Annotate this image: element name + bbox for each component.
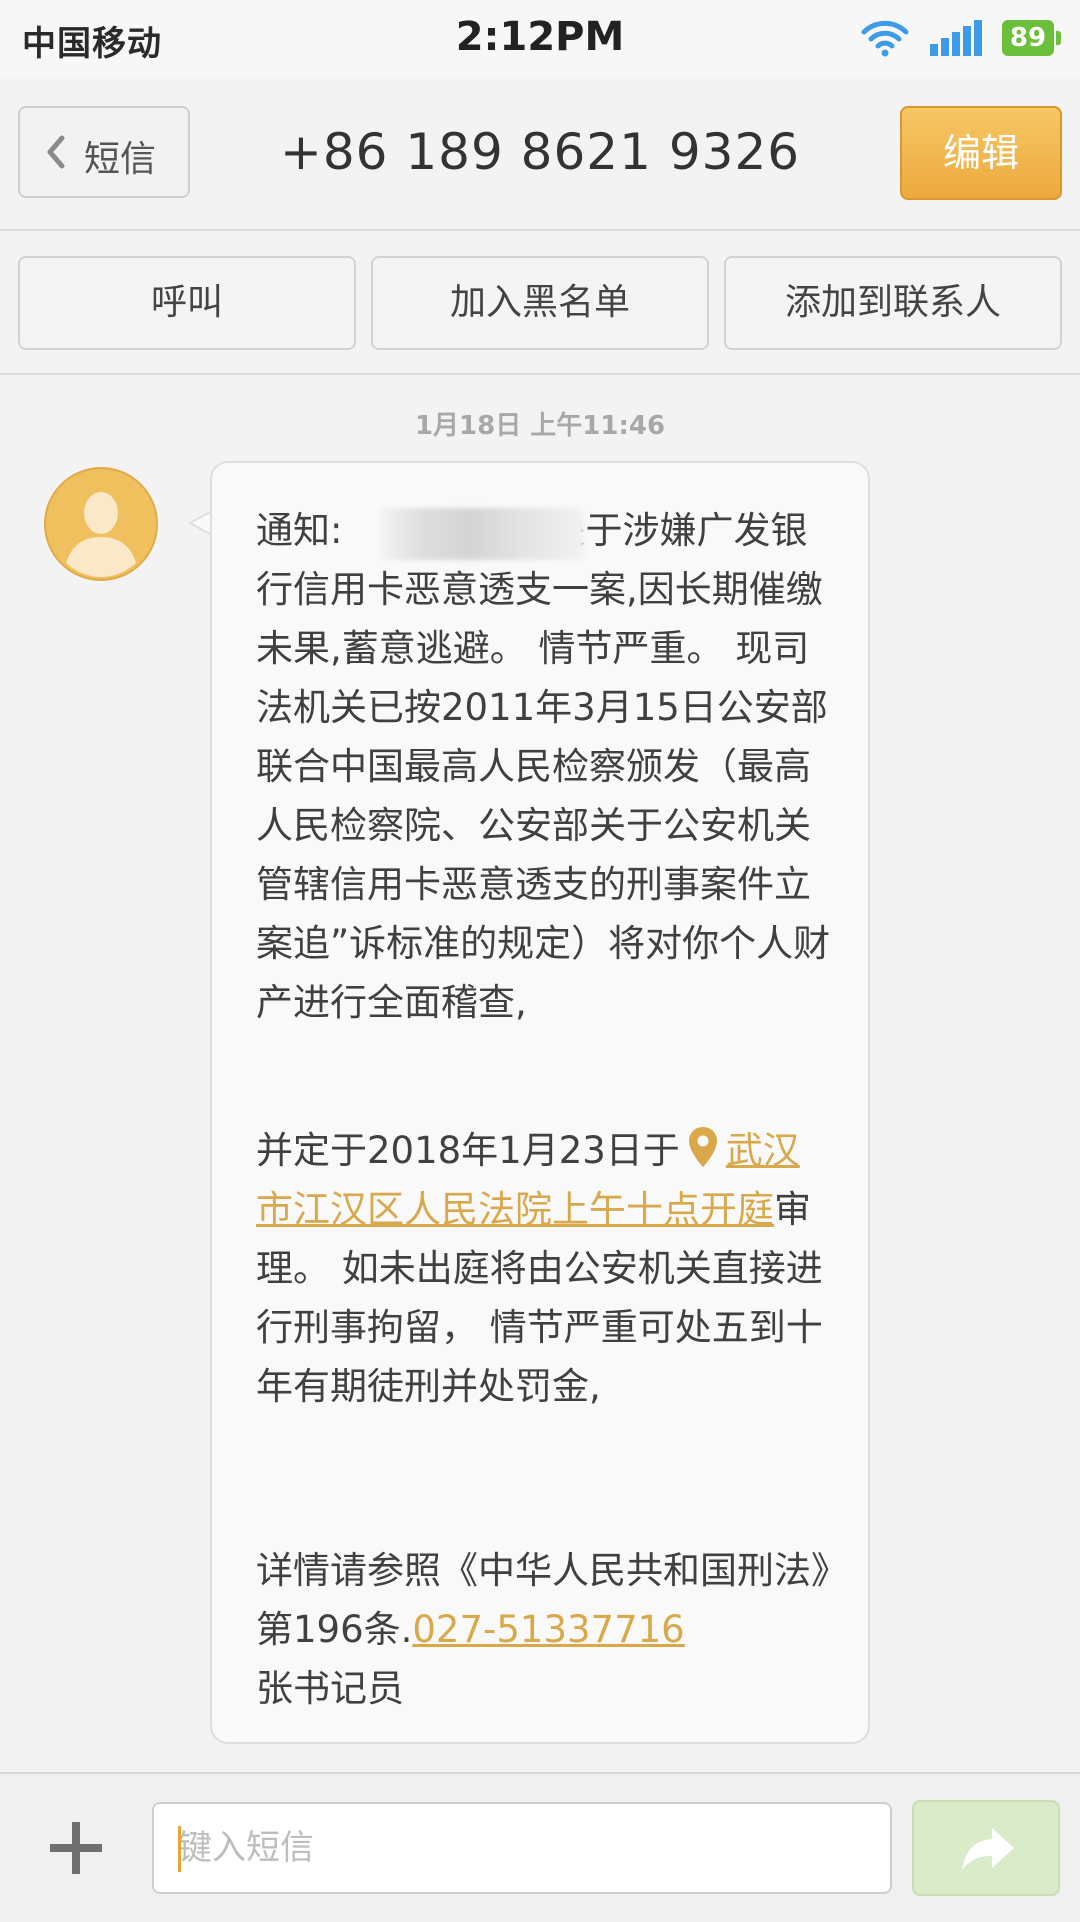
message-text-part2: 并定于2018年1月23日于 武汉市江汉区人民法院上午十点开庭审理。 如未出庭将由… <box>256 1121 836 1416</box>
message-body-1: 关于涉嫌广发银行信用卡恶意透支一案,因长期催缴未果,蓄意逃避。 情节严重。 现司… <box>256 509 831 1024</box>
edit-button[interactable]: 编辑 <box>900 106 1062 200</box>
message-list[interactable]: 1月18日 上午11:46 通知: 关于涉嫌广发银行信用卡恶意透支一案,因长期催缴… <box>0 375 1080 1772</box>
message-text-part1: 通知: 关于涉嫌广发银行信用卡恶意透支一案,因长期催缴未果,蓄意逃避。 情节严重。… <box>256 501 836 1032</box>
message-timestamp: 1月18日 上午11:46 <box>414 411 666 441</box>
message-signature: 张书记员 <box>256 1667 404 1710</box>
add-to-contacts-button[interactable]: 添加到联系人 <box>724 256 1062 350</box>
message-date-text: 并定于2018年1月23日于 <box>256 1129 680 1172</box>
conversation-header: 短信 +86 189 8621 9326 编辑 <box>0 77 1080 231</box>
battery-icon: 89 <box>1002 20 1061 56</box>
status-time: 2:12PM <box>455 14 625 60</box>
wifi-icon <box>861 20 909 57</box>
message-bubble[interactable]: 通知: 关于涉嫌广发银行信用卡恶意透支一案,因长期催缴未果,蓄意逃避。 情节严重。… <box>210 461 870 1744</box>
status-bar: 中国移动 2:12PM 89 <box>0 0 1080 77</box>
message-input-placeholder: 键入短信 <box>178 1828 314 1868</box>
redacted-name-blur <box>380 508 584 560</box>
compose-bar: 键入短信 <box>0 1772 1080 1922</box>
location-pin-icon <box>688 1127 717 1167</box>
send-arrow-icon <box>962 1828 1014 1870</box>
plus-icon[interactable] <box>48 1820 104 1876</box>
message-prefix: 通知: <box>256 509 343 552</box>
call-button[interactable]: 呼叫 <box>18 256 356 350</box>
message-text-part3: 详情请参照《中华人民共和国刑法》第196条.027-51337716 张书记员 <box>256 1541 836 1718</box>
send-button[interactable] <box>912 1800 1060 1896</box>
add-to-blacklist-button[interactable]: 加入黑名单 <box>371 256 709 350</box>
message-input[interactable]: 键入短信 <box>152 1802 892 1894</box>
avatar[interactable] <box>44 467 158 581</box>
signal-icon <box>930 20 982 56</box>
phone-link[interactable]: 027-51337716 <box>412 1608 684 1651</box>
text-cursor <box>178 1826 181 1872</box>
battery-level: 89 <box>1002 20 1054 56</box>
person-icon <box>44 467 158 581</box>
contact-action-bar: 呼叫 加入黑名单 添加到联系人 <box>0 231 1080 375</box>
